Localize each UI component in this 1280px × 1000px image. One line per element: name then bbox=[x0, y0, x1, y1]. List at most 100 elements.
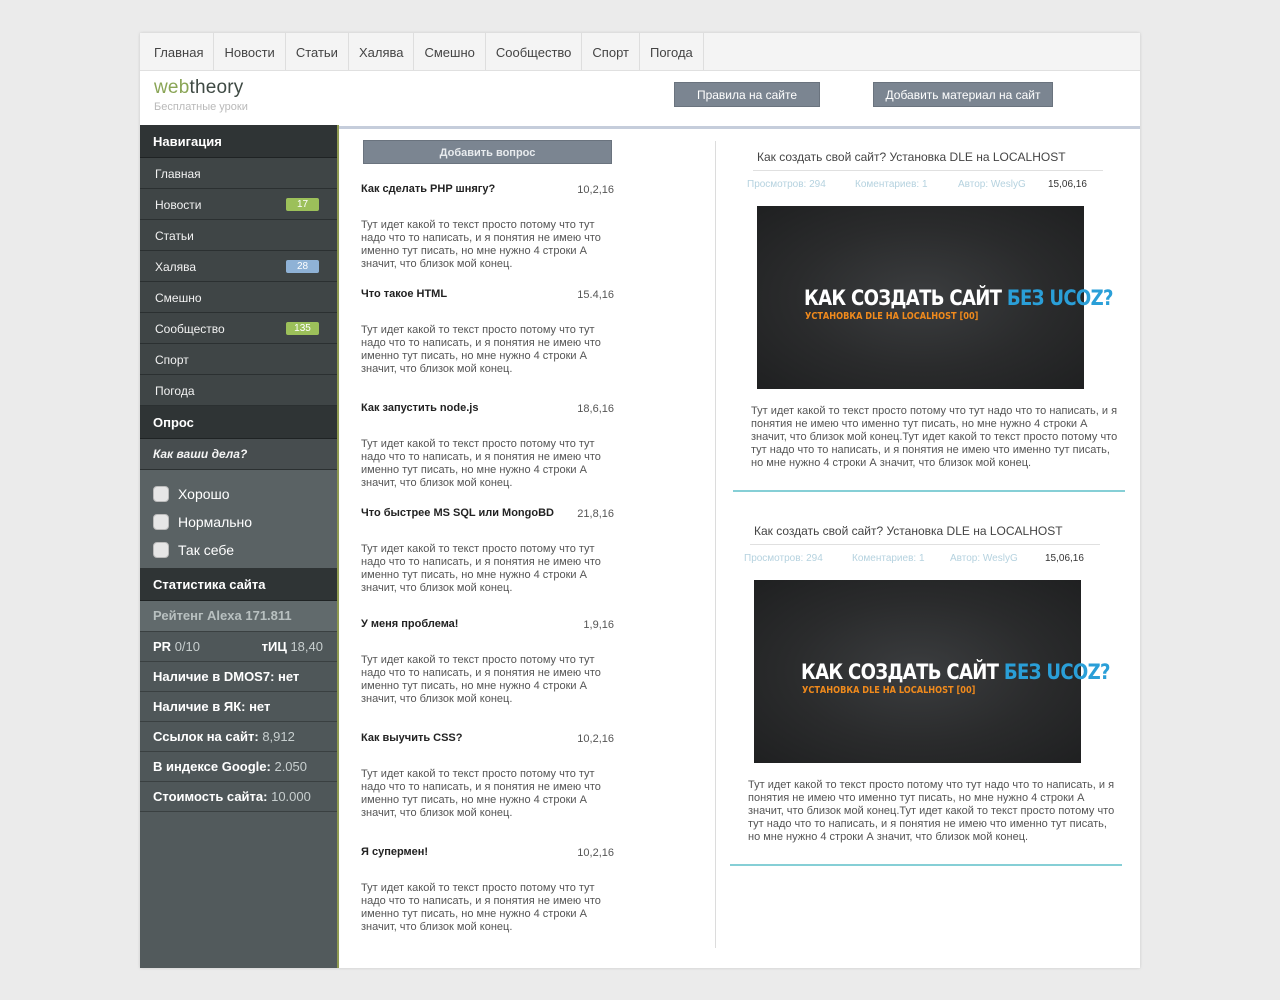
questions-column: Добавить вопрос Как сделать PHP шнягу? 1… bbox=[338, 129, 715, 968]
question-text: Тут идет какой то текст просто потому чт… bbox=[361, 882, 601, 933]
image-subtitle: УСТАНОВКА DLE НА LOCALHOST [00] bbox=[802, 685, 976, 696]
sidebar-item-news[interactable]: Новости 17 bbox=[140, 189, 337, 220]
nav-item-articles[interactable]: Статьи bbox=[286, 33, 349, 70]
logo-web: web bbox=[154, 77, 190, 98]
question-date: 21,8,16 bbox=[577, 508, 614, 520]
question-item[interactable]: Что такое HTML 15.4,16 Тут идет какой то… bbox=[361, 288, 616, 376]
stat-pr-tic: PR 0/10 тИЦ 18,40 bbox=[140, 632, 337, 662]
question-item[interactable]: Что быстрее MS SQL или MongoBD 21,8,16 Т… bbox=[361, 507, 616, 595]
poll-option-so-so[interactable]: Так себе bbox=[140, 536, 337, 564]
add-question-button[interactable]: Добавить вопрос bbox=[363, 140, 612, 164]
stat-alexa: Рейтенг Alexa 171.811 bbox=[140, 601, 337, 632]
sidebar-item-label: Статьи bbox=[155, 229, 194, 243]
page: Главная Новости Статьи Халява Смешно Соо… bbox=[140, 33, 1140, 968]
radio-button[interactable] bbox=[153, 542, 169, 558]
question-title[interactable]: У меня проблема! bbox=[361, 618, 616, 630]
question-date: 10,2,16 bbox=[577, 184, 614, 196]
sidebar-item-label: Смешно bbox=[155, 291, 202, 305]
poll-heading: Опрос bbox=[140, 406, 337, 439]
sidebar-item-funny[interactable]: Смешно bbox=[140, 282, 337, 313]
article-views: Просмотров: 294 bbox=[744, 553, 823, 564]
count-badge: 28 bbox=[286, 260, 319, 273]
article-comments: Коментариев: 1 bbox=[855, 179, 928, 190]
stat-label: Ссылок на сайт: bbox=[153, 729, 259, 744]
nav-item-weather[interactable]: Погода bbox=[640, 33, 704, 70]
question-date: 10,2,16 bbox=[577, 847, 614, 859]
stat-google: В индексе Google: 2.050 bbox=[140, 752, 337, 782]
image-subtitle: УСТАНОВКА DLE НА LOCALHOST [00] bbox=[805, 311, 979, 322]
sidebar-item-community[interactable]: Сообщество 135 bbox=[140, 313, 337, 344]
radio-button[interactable] bbox=[153, 486, 169, 502]
question-item[interactable]: У меня проблема! 1,9,16 Тут идет какой т… bbox=[361, 618, 616, 706]
radio-button[interactable] bbox=[153, 514, 169, 530]
stat-value: 2.050 bbox=[274, 759, 308, 774]
question-text: Тут идет какой то текст просто потому чт… bbox=[361, 324, 601, 375]
stat-value: 171.811 bbox=[245, 608, 292, 623]
article-meta: Просмотров: 294 Коментариев: 1 Автор: We… bbox=[747, 171, 1103, 197]
stat-cost: Стоимость сайта: 10.000 bbox=[140, 782, 337, 812]
article-author[interactable]: Автор: WeslyG bbox=[958, 179, 1026, 190]
article-card: Как создать свой сайт? Установка DLE на … bbox=[744, 524, 1100, 571]
article-separator bbox=[733, 490, 1125, 492]
sidebar-item-home[interactable]: Главная bbox=[140, 158, 337, 189]
sidebar-item-label: Спорт bbox=[155, 353, 189, 367]
sidebar-item-sport[interactable]: Спорт bbox=[140, 344, 337, 375]
poll-question: Как ваши дела? bbox=[140, 439, 337, 470]
article-author[interactable]: Автор: WeslyG bbox=[950, 553, 1018, 564]
sidebar-item-label: Погода bbox=[155, 384, 195, 398]
nav-item-freebie[interactable]: Халява bbox=[349, 33, 415, 70]
count-badge: 135 bbox=[286, 322, 319, 335]
question-item[interactable]: Как запустить node.js 18,6,16 Тут идет к… bbox=[361, 402, 616, 490]
stats-heading: Статистика сайта bbox=[140, 568, 337, 601]
add-material-button[interactable]: Добавить материал на сайт bbox=[873, 82, 1053, 107]
stat-label: тИЦ bbox=[261, 639, 287, 654]
article-image[interactable]: КАК СОЗДАТЬ САЙТ БЕЗ UCOZ? УСТАНОВКА DLE… bbox=[757, 206, 1113, 389]
sidebar-item-label: Главная bbox=[155, 167, 201, 181]
question-item[interactable]: Я супермен! 10,2,16 Тут идет какой то те… bbox=[361, 846, 616, 934]
stat-tic: тИЦ 18,40 bbox=[262, 632, 323, 661]
sidebar-item-label: Халява bbox=[155, 260, 197, 274]
question-item[interactable]: Как сделать PHP шнягу? 10,2,16 Тут идет … bbox=[361, 183, 616, 271]
rules-button[interactable]: Правила на сайте bbox=[674, 82, 820, 107]
sidebar-item-weather[interactable]: Погода bbox=[140, 375, 337, 406]
question-date: 18,6,16 bbox=[577, 403, 614, 415]
stat-value: 18,40 bbox=[290, 639, 323, 654]
article-date: 15,06,16 bbox=[1045, 553, 1084, 564]
image-headline-blue: БЕЗ UCOZ? bbox=[1006, 286, 1114, 310]
article-title[interactable]: Как создать свой сайт? Установка DLE на … bbox=[753, 150, 1103, 171]
article-separator bbox=[730, 864, 1122, 866]
top-nav: Главная Новости Статьи Халява Смешно Соо… bbox=[140, 33, 1140, 71]
question-item[interactable]: Как выучить CSS? 10,2,16 Тут идет какой … bbox=[361, 732, 616, 820]
article-image[interactable]: КАК СОЗДАТЬ САЙТ БЕЗ UCOZ? УСТАНОВКА DLE… bbox=[754, 580, 1110, 763]
question-text: Тут идет какой то текст просто потому чт… bbox=[361, 654, 601, 705]
image-headline: КАК СОЗДАТЬ САЙТ БЕЗ UCOZ? bbox=[801, 660, 1110, 684]
sidebar-item-articles[interactable]: Статьи bbox=[140, 220, 337, 251]
logo-theory: theory bbox=[189, 77, 244, 98]
stat-label: PR bbox=[153, 639, 172, 654]
poll-option-good[interactable]: Хорошо bbox=[140, 480, 337, 508]
poll-option-normal[interactable]: Нормально bbox=[140, 508, 337, 536]
stat-links: Ссылок на сайт: 8,912 bbox=[140, 722, 337, 752]
nav-item-home[interactable]: Главная bbox=[140, 33, 215, 70]
nav-item-sport[interactable]: Спорт bbox=[582, 33, 640, 70]
image-headline-white: КАК СОЗДАТЬ САЙТ bbox=[804, 286, 1007, 310]
article-text: Тут идет какой то текст просто потому чт… bbox=[748, 779, 1115, 843]
nav-item-community[interactable]: Сообщество bbox=[486, 33, 583, 70]
article-text: Тут идет какой то текст просто потому чт… bbox=[751, 405, 1118, 469]
column-divider bbox=[715, 141, 716, 948]
question-date: 10,2,16 bbox=[577, 733, 614, 745]
sidebar-item-label: Сообщество bbox=[155, 322, 225, 336]
stat-label: В индексе Google: bbox=[153, 759, 271, 774]
stat-label: Стоимость сайта: bbox=[153, 789, 268, 804]
article-title[interactable]: Как создать свой сайт? Установка DLE на … bbox=[750, 524, 1100, 545]
nav-item-news[interactable]: Новости bbox=[214, 33, 286, 70]
sidebar: Навигация Главная Новости 17 Статьи Халяв… bbox=[140, 125, 339, 968]
stat-yak: Наличие в ЯК: нет bbox=[140, 692, 337, 722]
site-tagline: Бесплатные уроки bbox=[154, 101, 248, 113]
image-headline-white: КАК СОЗДАТЬ САЙТ bbox=[801, 660, 1004, 684]
sidebar-item-freebie[interactable]: Халява 28 bbox=[140, 251, 337, 282]
site-logo[interactable]: webtheory bbox=[154, 77, 243, 99]
poll-option-label: Нормально bbox=[178, 514, 253, 530]
nav-item-funny[interactable]: Смешно bbox=[414, 33, 486, 70]
nav-heading: Навигация bbox=[140, 125, 337, 158]
